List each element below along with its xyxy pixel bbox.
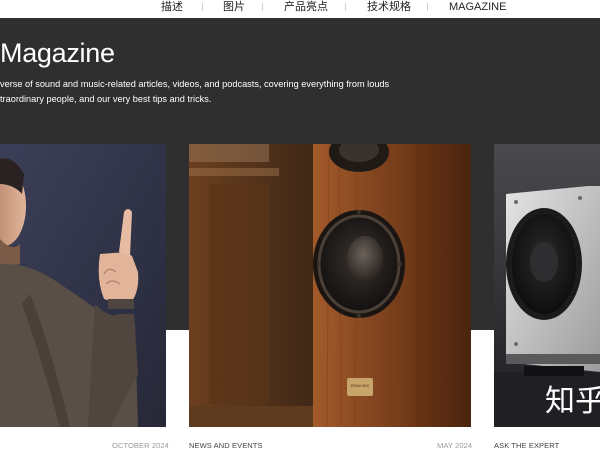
top-navigation: 描述 图片 产品亮点 技术规格 MAGAZINE: [0, 0, 600, 18]
watermark-logo: 知乎: [545, 384, 600, 419]
article-image-speaker: DYNAUDIO: [189, 144, 471, 427]
nav-separator: [427, 3, 428, 11]
magazine-description: verse of sound and music-related article…: [0, 77, 600, 107]
nav-separator: [202, 3, 203, 11]
nav-item-images[interactable]: 图片: [223, 0, 245, 14]
article-date: MAY 2024: [437, 441, 473, 450]
article-image-man-pointing: [0, 144, 166, 427]
nav-item-description[interactable]: 描述: [161, 0, 183, 14]
nav-separator: [345, 3, 346, 11]
nav-item-magazine[interactable]: MAGAZINE: [449, 0, 506, 14]
article-date: OCTOBER 2024: [112, 441, 169, 450]
nav-item-highlights[interactable]: 产品亮点: [284, 0, 328, 14]
nav-separator: [262, 3, 263, 11]
article-category[interactable]: NEWS AND EVENTS: [189, 441, 263, 450]
article-card-speaker[interactable]: DYNAUDIO: [189, 144, 471, 427]
speaker-badge: DYNAUDIO: [351, 384, 370, 388]
article-card-expert-video[interactable]: [0, 144, 166, 427]
description-line: traordinary people, and our very best ti…: [0, 94, 212, 104]
nav-item-specs[interactable]: 技术规格: [367, 0, 411, 14]
page-title: Magazine: [0, 38, 115, 68]
article-category[interactable]: ASK THE EXPERT: [494, 441, 559, 450]
description-line: verse of sound and music-related article…: [0, 79, 390, 89]
article-card-subwoofer[interactable]: 知乎: [494, 144, 600, 427]
